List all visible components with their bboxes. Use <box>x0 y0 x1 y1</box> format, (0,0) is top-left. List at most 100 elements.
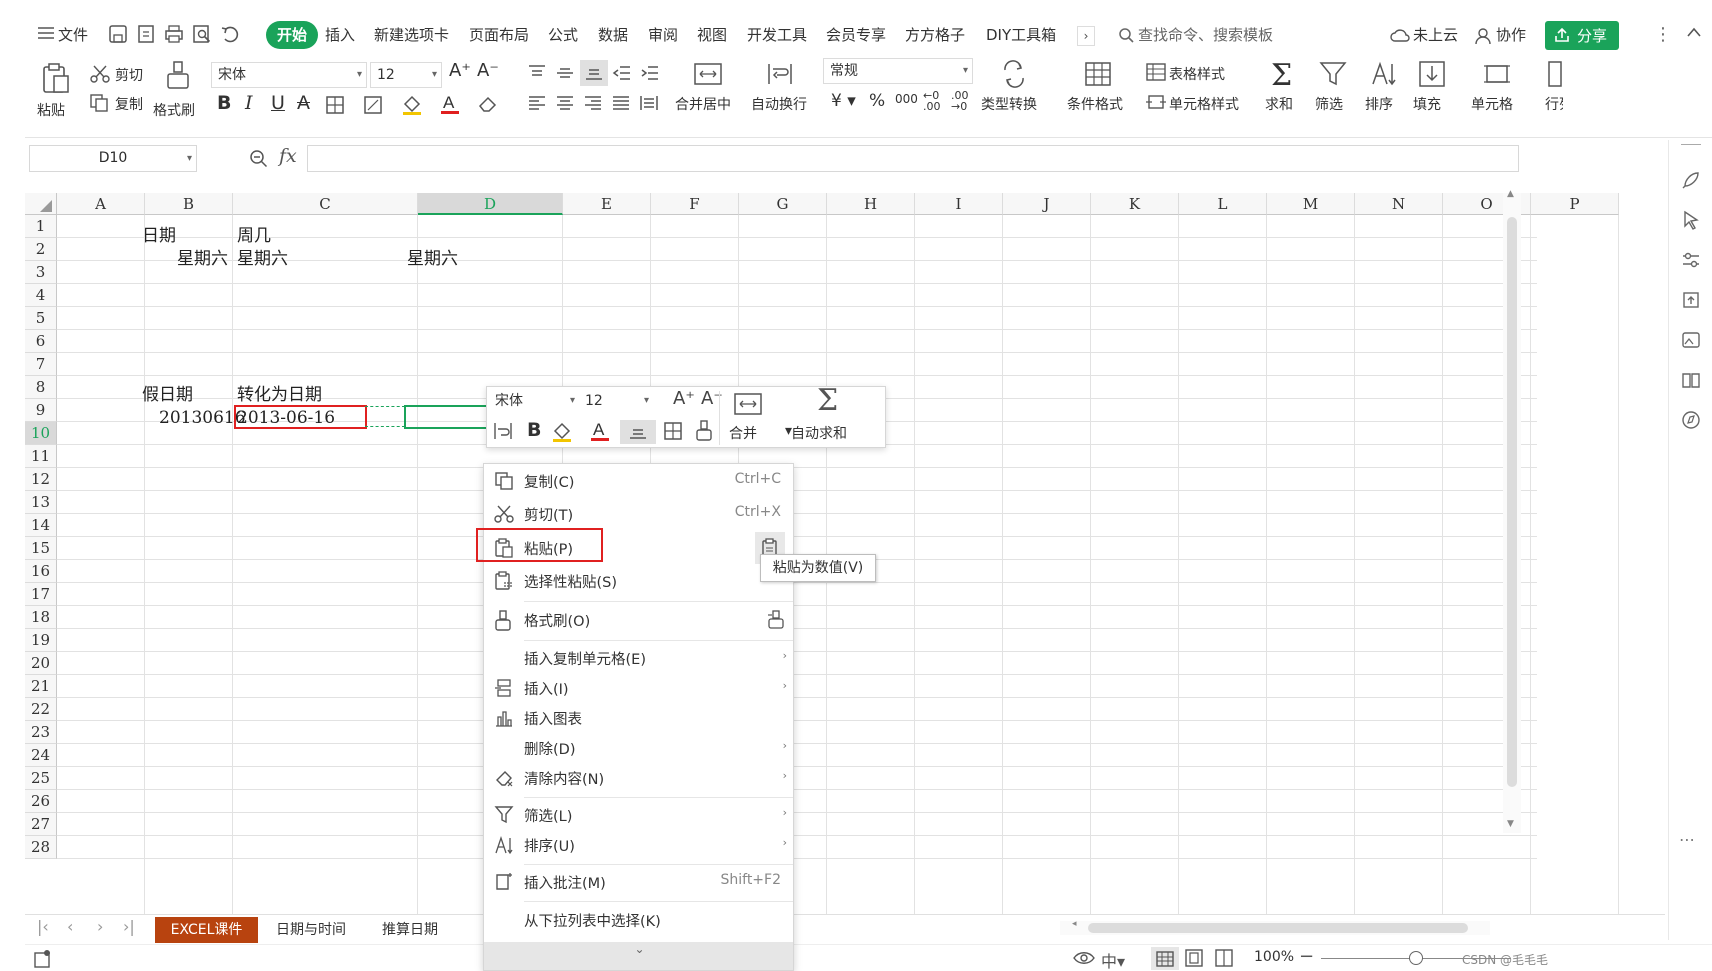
vertical-scrollbar[interactable]: ▲ ▼ <box>1503 189 1521 833</box>
macro-record-icon[interactable] <box>33 949 53 969</box>
fill-button[interactable]: 填充 <box>1413 94 1441 114</box>
tab-review[interactable]: 审阅 <box>648 22 678 48</box>
menu-item-filter[interactable]: 筛选(L) › <box>484 801 793 831</box>
select-all-corner[interactable] <box>25 193 57 215</box>
tab-diy-toolbox[interactable]: DIY工具箱 <box>986 22 1056 48</box>
align-left-icon[interactable] <box>527 94 547 112</box>
row-header-20[interactable]: 20 <box>25 652 57 675</box>
cut-button[interactable]: 剪切 <box>115 65 143 85</box>
row-header-11[interactable]: 11 <box>25 445 57 468</box>
row-header-19[interactable]: 19 <box>25 629 57 652</box>
fill-color-icon[interactable] <box>401 94 423 116</box>
row-header-10[interactable]: 10 <box>25 422 57 445</box>
prev-sheet-icon[interactable]: ‹ <box>67 917 73 936</box>
cell-C3[interactable]: 星期六 <box>237 247 288 271</box>
formula-input[interactable] <box>307 145 1519 172</box>
menu-item-format-painter[interactable]: 格式刷(O) <box>484 606 793 636</box>
italic-icon[interactable]: I <box>245 92 253 114</box>
row-header-6[interactable]: 6 <box>25 330 57 353</box>
row-header-1[interactable]: 1 <box>25 215 57 238</box>
row-header-25[interactable]: 25 <box>25 767 57 790</box>
name-box-dropdown-icon[interactable]: ▾ <box>187 146 192 171</box>
column-header-D[interactable]: D <box>418 193 563 215</box>
menu-item-cut[interactable]: 剪切(T) Ctrl+X <box>484 500 793 530</box>
tab-page-layout[interactable]: 页面布局 <box>469 22 529 48</box>
cell-button[interactable]: 单元格 <box>1471 94 1513 114</box>
row-header-17[interactable]: 17 <box>25 583 57 606</box>
table-style-button[interactable]: 表格样式 <box>1169 64 1225 84</box>
print-icon[interactable] <box>164 24 184 44</box>
row-header-16[interactable]: 16 <box>25 560 57 583</box>
cursor-select-icon[interactable] <box>1681 210 1701 230</box>
row-header-3[interactable]: 3 <box>25 261 57 284</box>
mini-font-color-icon[interactable]: A <box>590 419 610 443</box>
tab-insert[interactable]: 插入 <box>325 22 355 48</box>
row-header-7[interactable]: 7 <box>25 353 57 376</box>
strikethrough-icon[interactable]: A <box>297 92 310 114</box>
row-header-2[interactable]: 2 <box>25 238 57 261</box>
column-header-H[interactable]: H <box>827 193 915 215</box>
tab-member[interactable]: 会员专享 <box>826 22 886 48</box>
percent-icon[interactable]: % <box>869 91 885 111</box>
normal-view-icon[interactable] <box>1151 947 1179 970</box>
filter-button[interactable]: 筛选 <box>1315 94 1343 114</box>
align-middle-icon[interactable] <box>555 64 575 82</box>
page-layout-view-icon[interactable] <box>1185 949 1203 967</box>
book-icon[interactable] <box>1681 370 1701 390</box>
sheet-tab-derive-date[interactable]: 推算日期 <box>370 917 450 943</box>
cell-C2[interactable]: 周几 <box>237 224 271 248</box>
number-format-select[interactable]: 常规 ▾ <box>823 58 973 84</box>
rowcol-button[interactable]: 行列 <box>1545 94 1563 114</box>
menu-item-paste-special[interactable]: 选择性粘贴(S) <box>484 567 793 597</box>
row-header-15[interactable]: 15 <box>25 537 57 560</box>
tab-home[interactable]: 开始 <box>266 21 318 49</box>
more-tabs-icon[interactable]: › <box>1077 26 1095 46</box>
compass-icon[interactable] <box>1681 410 1701 430</box>
font-color-icon[interactable]: A <box>440 92 460 116</box>
underline-icon[interactable]: U <box>271 92 285 114</box>
row-header-26[interactable]: 26 <box>25 790 57 813</box>
mini-font-grow-icon[interactable]: A⁺ <box>673 388 695 409</box>
sheet-tab-excel-courseware[interactable]: EXCEL课件 <box>155 917 258 943</box>
row-header-27[interactable]: 27 <box>25 813 57 836</box>
cell-B10[interactable]: 20130616 <box>159 406 246 430</box>
indent-increase-icon[interactable] <box>640 64 660 82</box>
scroll-left-icon[interactable]: ◂ <box>1072 919 1077 929</box>
row-header-23[interactable]: 23 <box>25 721 57 744</box>
border-icon[interactable] <box>325 95 345 115</box>
column-header-B[interactable]: B <box>145 193 233 215</box>
print-preview-icon[interactable] <box>192 24 212 44</box>
justify-icon[interactable] <box>611 94 631 112</box>
column-header-K[interactable]: K <box>1091 193 1179 215</box>
mini-border-icon[interactable] <box>663 421 683 441</box>
merge-center-button[interactable]: 合并居中 <box>675 94 731 114</box>
menu-item-insert-copied-cells[interactable]: 插入复制单元格(E) › <box>484 644 793 674</box>
format-painter-lock-icon[interactable] <box>766 610 786 630</box>
indent-decrease-icon[interactable] <box>612 64 632 82</box>
cell-B9[interactable]: 假日期 <box>142 383 193 407</box>
column-header-F[interactable]: F <box>651 193 739 215</box>
row-header-22[interactable]: 22 <box>25 698 57 721</box>
next-sheet-icon[interactable]: › <box>97 917 103 936</box>
cell-C9[interactable]: 转化为日期 <box>237 383 322 407</box>
row-header-8[interactable]: 8 <box>25 376 57 399</box>
sum-button[interactable]: 求和 <box>1265 94 1293 114</box>
zoom-level[interactable]: 100% <box>1254 949 1294 965</box>
rocket-icon[interactable] <box>1681 170 1701 190</box>
horizontal-scroll-thumb[interactable] <box>1088 923 1468 933</box>
thousands-separator-icon[interactable]: 000 <box>895 92 918 106</box>
last-sheet-icon[interactable]: ›| <box>123 917 135 936</box>
menu-item-clear-contents[interactable]: 清除内容(N) › <box>484 764 793 794</box>
sidebar-more-icon[interactable]: ⋯ <box>1679 830 1695 849</box>
settings-sliders-icon[interactable] <box>1681 250 1701 270</box>
row-header-14[interactable]: 14 <box>25 514 57 537</box>
align-top-icon[interactable] <box>527 64 547 82</box>
image-tools-icon[interactable] <box>1681 330 1701 350</box>
cloud-status[interactable]: 未上云 <box>1413 22 1458 48</box>
increase-decimal-icon[interactable]: ←0.00 <box>923 90 941 112</box>
vertical-scroll-thumb[interactable] <box>1507 217 1517 787</box>
tab-formula[interactable]: 公式 <box>548 22 578 48</box>
wrap-text-button[interactable]: 自动换行 <box>751 94 807 114</box>
menu-item-sort[interactable]: 排序(U) › <box>484 831 793 861</box>
zoom-out-icon[interactable]: − <box>1299 946 1314 967</box>
